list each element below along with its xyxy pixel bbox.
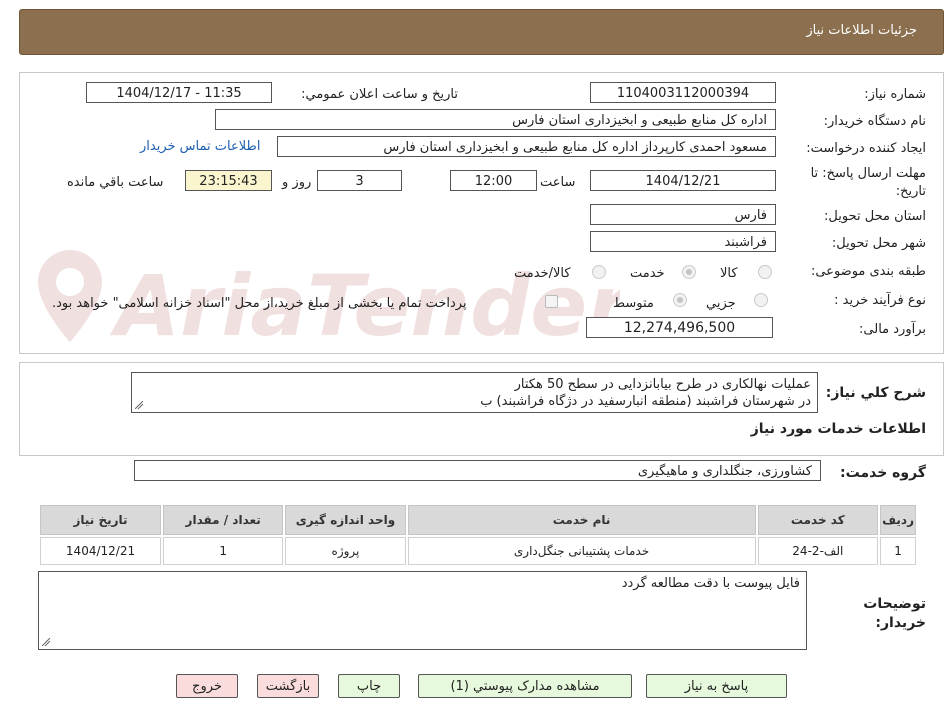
announce-label: تاریخ و ساعت اعلان عمومي:: [301, 87, 458, 102]
deadline-label: مهلت ارسال پاسخ: تا تاریخ:: [810, 166, 926, 199]
buyer-org-label: نام دستگاه خریدار:: [823, 114, 926, 129]
category-radio-goods[interactable]: [758, 265, 772, 279]
table-row[interactable]: 1 الف-2-24 خدمات پشتیبانی جنگل‌داری پروژ…: [40, 537, 916, 565]
city-label: شهر محل تحویل:: [831, 236, 926, 251]
category-option-service: خدمت: [630, 266, 665, 281]
buyer-notes-label: توضیحات خریدار:: [863, 596, 926, 631]
treasury-payment-note: پرداخت تمام یا بخشی از مبلغ خرید،از محل …: [52, 296, 467, 311]
requester-field[interactable]: مسعود احمدی کارپرداز اداره کل منابع طبیع…: [277, 136, 776, 157]
col-code: کد خدمت: [757, 505, 879, 535]
category-radio-service[interactable]: [682, 265, 696, 279]
col-name: نام خدمت: [407, 505, 756, 535]
deadline-time-label: ساعت: [540, 175, 576, 190]
remaining-label: ساعت باقي مانده: [67, 175, 164, 190]
col-unit: واحد اندازه گیری: [285, 505, 406, 535]
category-option-goods-service: کالا/خدمت: [514, 266, 571, 281]
process-radio-minor[interactable]: [754, 293, 768, 307]
description-line-2: در شهرستان فراشبند (منطقه انبارسفید در د…: [480, 394, 811, 409]
process-option-minor: جزیي: [706, 296, 736, 311]
days-field[interactable]: 3: [317, 170, 402, 191]
service-group-field[interactable]: کشاورزی، جنگلداری و ماهیگیری: [134, 460, 821, 481]
services-table-wrap: ردیف کد خدمت نام خدمت واحد اندازه گیری ت…: [38, 503, 918, 565]
process-label: نوع فرآیند خرید :: [834, 293, 926, 308]
days-label: روز و: [282, 175, 312, 190]
view-attachments-button[interactable]: مشاهده مدارک پیوستي (1): [418, 674, 632, 698]
services-section-title: اطلاعات خدمات مورد نیاز: [750, 421, 926, 437]
back-button[interactable]: بازگشت: [257, 674, 319, 698]
province-label: استان محل تحویل:: [824, 209, 926, 224]
cell-qty: 1: [163, 537, 284, 565]
description-textarea[interactable]: عملیات نهالکاری در طرح بیابانزدایی در سط…: [131, 372, 818, 413]
announce-field[interactable]: 1404/12/17 - 11:35: [86, 82, 272, 103]
buyer-notes-text: فایل پیوست با دقت مطالعه گردد: [621, 576, 800, 591]
cell-name: خدمات پشتیبانی جنگل‌داری: [407, 537, 756, 565]
cell-row: 1: [880, 537, 916, 565]
province-field[interactable]: فارس: [590, 204, 776, 225]
remaining-time-field: 23:15:43: [185, 170, 272, 191]
exit-button[interactable]: خروج: [176, 674, 238, 698]
need-number-label: شماره نیاز:: [864, 87, 926, 102]
col-qty: تعداد / مقدار: [163, 505, 284, 535]
resize-handle-icon[interactable]: [42, 638, 50, 646]
budget-label: برآورد مالی:: [859, 322, 926, 337]
deadline-time-field[interactable]: 12:00: [450, 170, 537, 191]
city-field[interactable]: فراشبند: [590, 231, 776, 252]
buyer-org-field[interactable]: اداره کل منابع طبیعی و ابخیزداری استان ف…: [215, 109, 776, 130]
category-option-goods: کالا: [720, 266, 738, 281]
cell-code: الف-2-24: [757, 537, 879, 565]
resize-handle-icon[interactable]: [135, 401, 143, 409]
cell-unit: پروژه: [285, 537, 406, 565]
requester-label: ایجاد کننده درخواست:: [806, 141, 926, 156]
page-header: جزئیات اطلاعات نیاز: [19, 9, 944, 55]
process-option-medium: متوسط: [613, 296, 654, 311]
col-date: تاریخ نیاز: [40, 505, 162, 535]
category-label: طبقه بندی موضوعی:: [810, 264, 926, 279]
category-radio-goods-service[interactable]: [592, 265, 606, 279]
process-radio-medium[interactable]: [673, 293, 687, 307]
need-number-field[interactable]: 1104003112000394: [590, 82, 776, 103]
buyer-notes-textarea[interactable]: فایل پیوست با دقت مطالعه گردد: [38, 571, 807, 650]
treasury-checkbox[interactable]: [545, 295, 558, 308]
table-header-row: ردیف کد خدمت نام خدمت واحد اندازه گیری ت…: [40, 505, 916, 535]
budget-field[interactable]: 12,274,496,500: [586, 317, 773, 338]
reply-button[interactable]: پاسخ به نیاز: [646, 674, 787, 698]
service-group-label: گروه خدمت:: [840, 465, 926, 481]
page-title: جزئیات اطلاعات نیاز: [806, 23, 917, 38]
description-label: شرح کلي نیاز:: [825, 385, 926, 401]
cell-date: 1404/12/21: [40, 537, 162, 565]
print-button[interactable]: چاپ: [338, 674, 400, 698]
deadline-date-field[interactable]: 1404/12/21: [590, 170, 776, 191]
description-line-1: عملیات نهالکاری در طرح بیابانزدایی در سط…: [514, 377, 811, 392]
buyer-contact-link[interactable]: اطلاعات تماس خریدار: [140, 139, 260, 154]
services-table: ردیف کد خدمت نام خدمت واحد اندازه گیری ت…: [38, 503, 918, 567]
col-row: ردیف: [880, 505, 916, 535]
